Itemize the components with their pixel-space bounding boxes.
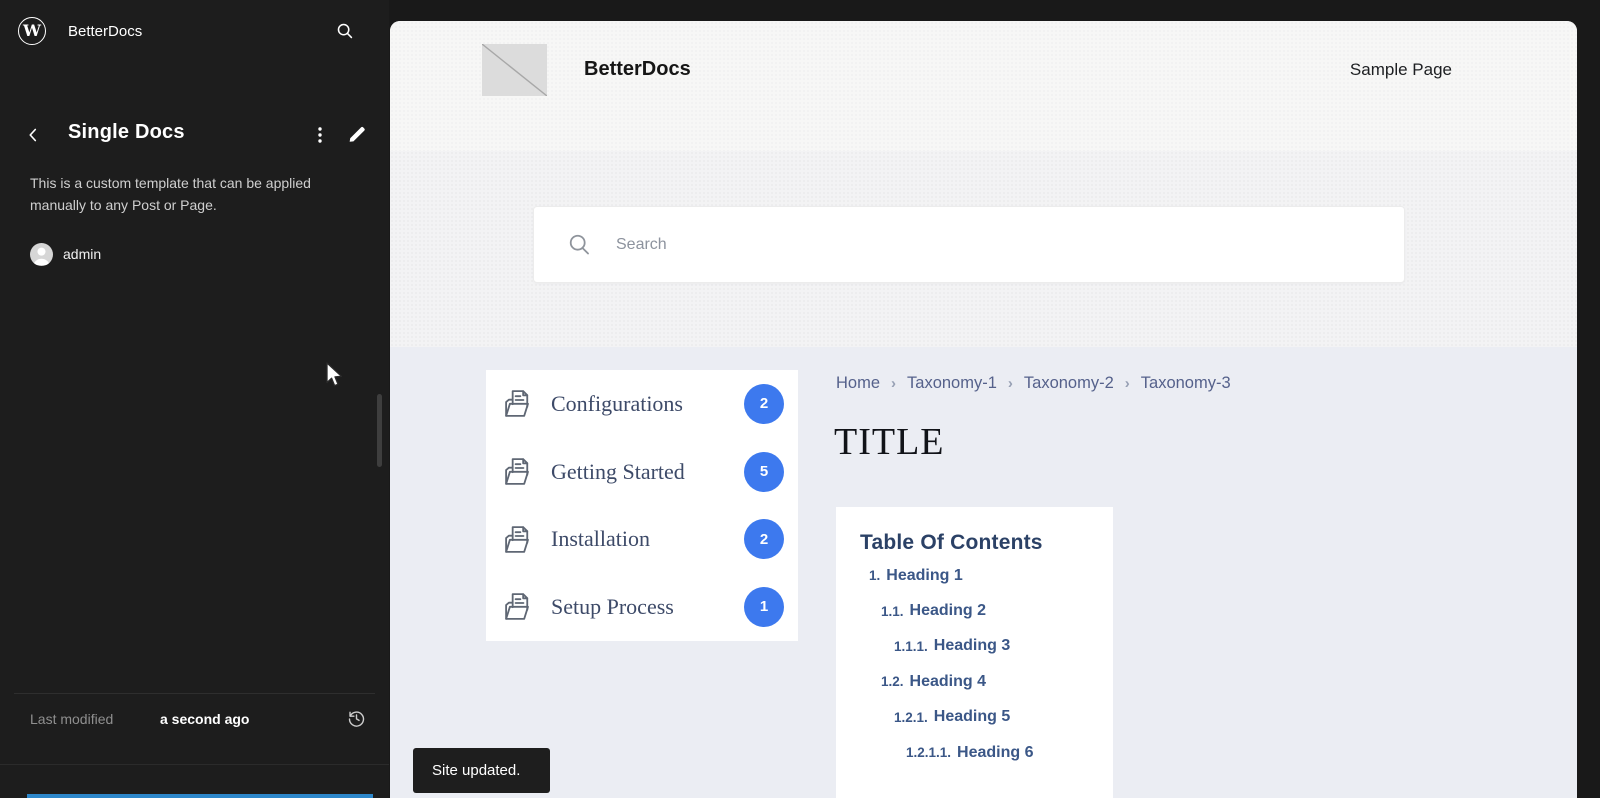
toc-item-label: Heading 3 [933, 637, 1011, 655]
back-icon[interactable] [22, 124, 44, 146]
toc-item-label: Heading 2 [909, 602, 986, 620]
toc-item-label: Heading 1 [886, 566, 963, 584]
breadcrumb-home[interactable]: Home [836, 374, 880, 393]
category-row-getting-started[interactable]: Getting Started 5 [486, 438, 798, 506]
toc-item[interactable]: 1.2.1.1. Heading 6 [860, 735, 1089, 770]
site-name[interactable]: BetterDocs [68, 23, 142, 40]
category-count-badge: 1 [744, 586, 784, 627]
toc-item[interactable]: 1.1. Heading 2 [860, 593, 1089, 628]
author-name: admin [63, 246, 102, 262]
avatar [30, 243, 53, 266]
bottom-accent-bar [27, 794, 373, 798]
category-row-installation[interactable]: Installation 2 [486, 505, 798, 573]
docs-folder-icon [501, 522, 536, 557]
category-count-badge: 2 [744, 519, 784, 560]
toc-item-label: Heading 4 [909, 672, 986, 690]
docs-category-list: Configurations 2 Getting Started 5 Insta… [486, 370, 798, 641]
editor-sidebar: W BetterDocs Single Docs This is a custo… [0, 0, 389, 798]
last-modified-label: Last modified [30, 711, 114, 727]
category-row-configurations[interactable]: Configurations 2 [486, 370, 798, 438]
docs-search-input[interactable]: Search [533, 206, 1405, 283]
chevron-right-icon: › [1007, 375, 1013, 392]
search-icon[interactable] [334, 20, 356, 42]
toc-item-number: 1.2. [881, 674, 904, 690]
site-preview-canvas[interactable]: BetterDocs Sample Page Search Configurat… [390, 21, 1577, 798]
table-of-contents: Table Of Contents 1. Heading 1 1.1. Head… [836, 507, 1113, 798]
last-modified-value[interactable]: a second ago [160, 711, 249, 727]
doc-page-title: TITLE [834, 421, 945, 463]
divider [14, 693, 375, 694]
toc-title: Table Of Contents [860, 531, 1043, 554]
toc-item-number: 1. [869, 568, 881, 584]
toc-item[interactable]: 1.2. Heading 4 [860, 664, 1089, 699]
toc-item-number: 1.2.1.1. [906, 745, 952, 761]
category-label: Installation [551, 526, 650, 552]
docs-folder-icon [501, 589, 536, 624]
category-count-badge: 5 [744, 451, 784, 492]
template-description: This is a custom template that can be ap… [30, 175, 311, 213]
site-updated-toast: Site updated. [413, 748, 550, 793]
docs-content-section: Configurations 2 Getting Started 5 Insta… [390, 347, 1577, 798]
search-icon [566, 231, 593, 258]
toc-item[interactable]: 1.2.1. Heading 5 [860, 700, 1089, 735]
category-row-setup-process[interactable]: Setup Process 1 [486, 573, 798, 641]
chevron-right-icon: › [891, 375, 897, 392]
toc-item-label: Heading 6 [957, 743, 1034, 761]
docs-folder-icon [501, 454, 536, 489]
breadcrumb-taxonomy-3[interactable]: Taxonomy-3 [1141, 374, 1231, 393]
breadcrumb: Home › Taxonomy-1 › Taxonomy-2 › Taxonom… [836, 374, 1231, 393]
template-title: Single Docs [68, 121, 185, 143]
toc-list: 1. Heading 1 1.1. Heading 2 1.1.1. Headi… [860, 558, 1089, 770]
nav-item-sample-page[interactable]: Sample Page [1350, 60, 1452, 80]
edit-icon[interactable] [346, 123, 368, 145]
category-label: Getting Started [551, 458, 685, 484]
breadcrumb-taxonomy-2[interactable]: Taxonomy-2 [1024, 374, 1114, 393]
toc-item-label: Heading 5 [933, 708, 1011, 726]
toc-item-number: 1.1. [881, 603, 904, 619]
toc-item-number: 1.1.1. [894, 638, 928, 654]
wordpress-logo-icon[interactable]: W [18, 17, 46, 45]
docs-folder-icon [501, 386, 536, 421]
site-logo-placeholder-image[interactable] [482, 44, 547, 96]
sidebar-scrollbar-thumb[interactable] [377, 394, 382, 467]
category-label: Configurations [551, 390, 683, 416]
toc-item[interactable]: 1. Heading 1 [860, 558, 1089, 593]
hero-section: Search [390, 151, 1577, 347]
preview-site-header: BetterDocs Sample Page [390, 21, 1577, 151]
breadcrumb-taxonomy-1[interactable]: Taxonomy-1 [907, 374, 997, 393]
chevron-right-icon: › [1124, 375, 1130, 392]
category-label: Setup Process [551, 593, 674, 619]
category-count-badge: 2 [744, 383, 784, 424]
revision-history-icon[interactable] [346, 708, 367, 729]
toc-item[interactable]: 1.1.1. Heading 3 [860, 629, 1089, 664]
toc-item-number: 1.2.1. [894, 709, 928, 725]
kebab-menu-icon[interactable] [310, 124, 330, 146]
preview-site-title[interactable]: BetterDocs [584, 58, 691, 81]
search-placeholder: Search [616, 235, 667, 253]
divider [0, 764, 389, 765]
